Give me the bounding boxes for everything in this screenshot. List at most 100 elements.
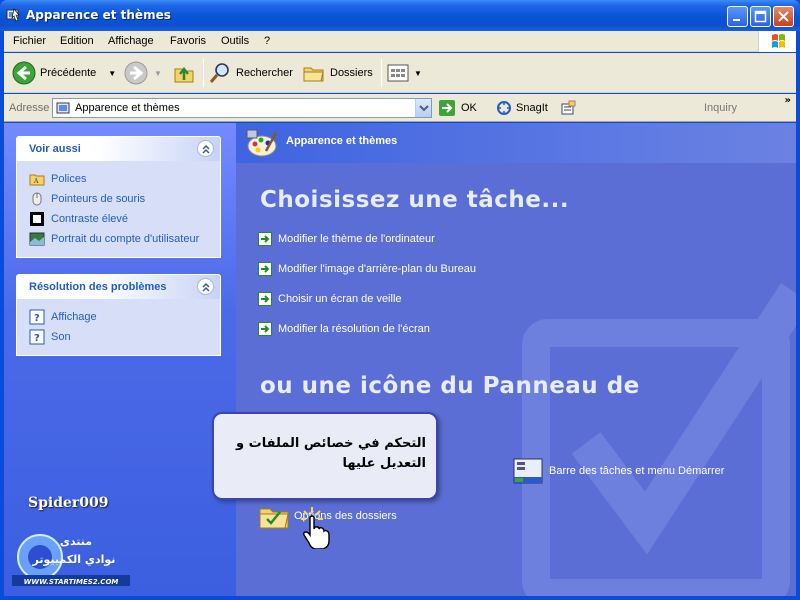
appearance-themes-icon	[246, 129, 278, 157]
folders-icon	[303, 67, 324, 82]
watermark-logo-line: نوادي الكمبيوتر	[32, 553, 116, 566]
inquiry-toolbar-label[interactable]: Inquiry	[704, 102, 737, 114]
category-header: Apparence et thèmes	[236, 123, 796, 163]
link-label: Affichage	[51, 311, 97, 323]
hand-cursor-icon	[301, 507, 330, 549]
link-display-troubleshoot[interactable]: ? Affichage	[29, 307, 208, 327]
snagit-icon	[497, 101, 511, 115]
explorer-window: Apparence et thèmes Fichier Edition Affi…	[0, 0, 800, 600]
menu-outils[interactable]: Outils	[221, 35, 249, 47]
task-change-wallpaper[interactable]: Modifier l'image d'arrière-plan du Burea…	[258, 260, 476, 278]
back-button[interactable]: Précédente ▼	[12, 61, 116, 85]
back-label: Précédente	[40, 67, 97, 79]
troubleshoot-panel: Résolution des problèmes ? Affichage ? S…	[16, 274, 221, 356]
forward-dropdown-icon[interactable]: ▼	[154, 69, 162, 78]
control-panel-icon	[56, 102, 70, 114]
up-folder-icon	[174, 66, 194, 83]
double-chevron-up-icon	[202, 144, 210, 154]
or-icon-heading: ou une icône du Panneau de	[260, 373, 640, 399]
menu-bar: Fichier Edition Affichage Favoris Outils…	[4, 31, 796, 52]
maximize-icon	[754, 10, 767, 23]
task-choose-screensaver[interactable]: Choisir un écran de veille	[258, 290, 402, 308]
menu-affichage[interactable]: Affichage	[108, 35, 154, 47]
link-user-picture[interactable]: Portrait du compte d'utilisateur	[29, 229, 208, 249]
help-icon: ?	[29, 329, 45, 345]
link-label: Contraste élevé	[51, 213, 129, 225]
background-checkmark-icon	[522, 283, 796, 596]
search-label: Rechercher	[236, 67, 293, 79]
folders-button[interactable]: Dossiers	[302, 61, 373, 85]
search-button[interactable]: Rechercher	[208, 61, 293, 85]
link-label: Portrait du compte d'utilisateur	[51, 233, 200, 245]
task-label: Choisir un écran de veille	[278, 293, 402, 305]
task-pane: Voir aussi A Polices Pointeurs de souris…	[4, 123, 236, 596]
menu-favoris[interactable]: Favoris	[170, 35, 206, 47]
link-label: Polices	[51, 173, 87, 185]
watermark-name: Spider009	[28, 495, 109, 511]
address-dropdown-button[interactable]	[415, 99, 431, 117]
menu-help[interactable]: ?	[264, 35, 270, 47]
go-button[interactable]: OK	[438, 98, 477, 118]
svg-text:?: ?	[34, 333, 40, 344]
forward-button[interactable]: ▼	[124, 61, 162, 85]
link-label: Son	[51, 331, 71, 343]
views-button[interactable]: ▼	[386, 61, 422, 85]
troubleshoot-header[interactable]: Résolution des problèmes	[17, 275, 220, 299]
watermark-url: WWW.STARTIMES2.COM	[24, 578, 119, 586]
pick-task-heading: Choisissez une tâche...	[260, 187, 570, 213]
address-value: Apparence et thèmes	[75, 102, 180, 114]
taskbar-icon	[513, 458, 543, 484]
folders-label: Dossiers	[330, 67, 373, 79]
see-also-header[interactable]: Voir aussi	[17, 137, 220, 161]
task-change-resolution[interactable]: Modifier la résolution de l'écran	[258, 320, 430, 338]
back-arrow-icon	[12, 61, 36, 85]
close-button[interactable]	[773, 6, 794, 27]
address-bar: Adresse Apparence et thèmes OK SnagIt In…	[4, 94, 796, 122]
menu-edition[interactable]: Edition	[60, 35, 94, 47]
toolbar-separator	[203, 59, 204, 87]
task-change-theme[interactable]: Modifier le thème de l'ordinateur	[258, 230, 435, 248]
search-icon	[209, 63, 229, 83]
more-chevron-icon[interactable]: »	[785, 95, 791, 106]
link-sound-troubleshoot[interactable]: ? Son	[29, 327, 208, 347]
snagit-button[interactable]: SnagIt	[496, 98, 576, 118]
link-polices[interactable]: A Polices	[29, 169, 208, 189]
green-arrow-icon	[258, 322, 272, 336]
mouse-icon	[32, 192, 42, 206]
green-arrow-icon	[258, 262, 272, 276]
address-label: Adresse	[9, 102, 50, 114]
menu-fichier[interactable]: Fichier	[13, 35, 46, 47]
back-dropdown-icon[interactable]: ▼	[108, 69, 116, 78]
task-label: Modifier le thème de l'ordinateur	[278, 233, 435, 245]
views-dropdown-icon[interactable]: ▼	[414, 69, 422, 78]
green-arrow-icon	[258, 292, 272, 306]
minimize-button[interactable]	[727, 6, 748, 27]
link-label: Pointeurs de souris	[51, 193, 146, 205]
collapse-button[interactable]	[197, 140, 214, 157]
title-bar[interactable]: Apparence et thèmes	[0, 0, 800, 31]
callout-text: التحكم في خصائص الملفات و التعديل عليها	[236, 436, 426, 471]
views-icon	[387, 64, 409, 82]
forum-watermark-logo: منتدى نوادي الكمبيوتر WWW.STARTIMES2.COM	[12, 534, 130, 586]
window-title: Apparence et thèmes	[26, 8, 171, 22]
control-panel-icon	[6, 8, 20, 22]
toolbar-separator	[381, 59, 382, 87]
svg-text:A: A	[33, 178, 39, 185]
cp-item-taskbar[interactable]: Barre des tâches et menu Démarrer	[512, 455, 724, 487]
up-folder-button[interactable]	[172, 61, 196, 85]
see-also-panel: Voir aussi A Polices Pointeurs de souris…	[16, 136, 221, 258]
capture-settings-icon[interactable]	[560, 100, 576, 116]
task-label: Modifier l'image d'arrière-plan du Burea…	[278, 263, 477, 275]
see-also-title: Voir aussi	[29, 143, 81, 155]
minimize-icon	[733, 19, 740, 21]
go-label: OK	[461, 102, 477, 114]
collapse-button[interactable]	[197, 278, 214, 295]
link-mouse-pointers[interactable]: Pointeurs de souris	[29, 189, 208, 209]
address-input[interactable]: Apparence et thèmes	[52, 98, 432, 118]
contrast-icon	[30, 212, 44, 226]
watermark-logo-line: منتدى	[60, 535, 92, 548]
maximize-button[interactable]	[750, 6, 771, 27]
go-arrow-icon	[439, 100, 455, 116]
green-arrow-icon	[258, 232, 272, 246]
link-high-contrast[interactable]: Contraste élevé	[29, 209, 208, 229]
